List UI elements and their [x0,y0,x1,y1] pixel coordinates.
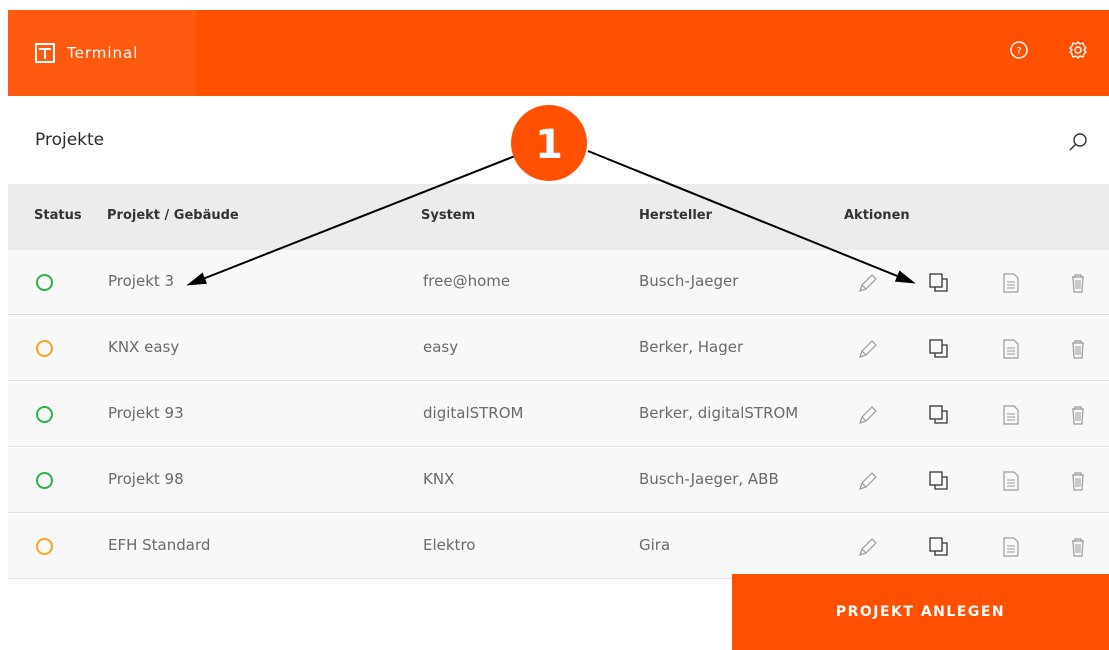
document-icon[interactable] [999,535,1023,559]
project-name: Projekt 98 [108,470,184,488]
edit-icon[interactable] [856,403,880,427]
manufacturer-name: Berker, digitalSTROM [639,404,799,422]
search-icon[interactable] [1066,131,1090,155]
status-indicator [36,274,53,291]
svg-text:?: ? [1016,46,1021,57]
create-project-button[interactable]: PROJEKT ANLEGEN [732,574,1109,650]
system-name: digitalSTROM [423,404,524,422]
table-row[interactable]: Projekt 93 digitalSTROM Berker, digitalS… [8,382,1109,447]
project-name: Projekt 93 [108,404,184,422]
edit-icon[interactable] [856,535,880,559]
annotation-badge [511,105,587,181]
project-name: Projekt 3 [108,272,175,290]
brand[interactable]: Terminal [8,10,196,96]
table-row[interactable]: EFH Standard Elektro Gira [8,514,1109,579]
document-icon[interactable] [999,403,1023,427]
document-icon[interactable] [999,271,1023,295]
duplicate-icon[interactable] [926,271,950,295]
edit-icon[interactable] [856,271,880,295]
trash-icon[interactable] [1066,469,1090,493]
manufacturer-name: Berker, Hager [639,338,744,356]
edit-icon[interactable] [856,469,880,493]
table-row[interactable]: Projekt 98 KNX Busch-Jaeger, ABB [8,448,1109,513]
manufacturer-name: Gira [639,536,671,554]
status-indicator [36,538,53,555]
system-name: Elektro [423,536,476,554]
manufacturer-name: Busch-Jaeger, ABB [639,470,779,488]
duplicate-icon[interactable] [926,469,950,493]
project-name: KNX easy [108,338,180,356]
page-title: Projekte [35,130,105,150]
manufacturer-name: Busch-Jaeger [639,272,739,290]
help-circle-icon[interactable]: ? [1009,40,1029,60]
gear-icon[interactable] [1068,40,1088,60]
document-icon[interactable] [999,469,1023,493]
col-status: Status [34,208,82,223]
system-name: KNX [423,470,455,488]
annotation-badge-label: 1 [535,122,563,168]
project-name: EFH Standard [108,536,211,554]
app-name: Terminal [67,44,139,62]
col-actions: Aktionen [844,208,910,223]
edit-icon[interactable] [856,337,880,361]
status-indicator [36,406,53,423]
system-name: free@home [423,272,511,290]
table-row[interactable]: KNX easy easy Berker, Hager [8,316,1109,381]
table-header: Status Projekt / Gebäude System Herstell… [8,184,1109,250]
col-system: System [421,208,476,223]
col-manufacturer: Hersteller [639,208,713,223]
document-icon[interactable] [999,337,1023,361]
status-indicator [36,472,53,489]
duplicate-icon[interactable] [926,535,950,559]
system-name: easy [423,338,459,356]
status-indicator [36,340,53,357]
col-project: Projekt / Gebäude [107,208,239,223]
terminal-logo-icon [35,43,55,63]
trash-icon[interactable] [1066,337,1090,361]
duplicate-icon[interactable] [926,337,950,361]
trash-icon[interactable] [1066,535,1090,559]
trash-icon[interactable] [1066,271,1090,295]
table-row[interactable]: Projekt 3 free@home Busch-Jaeger [8,250,1109,315]
trash-icon[interactable] [1066,403,1090,427]
duplicate-icon[interactable] [926,403,950,427]
